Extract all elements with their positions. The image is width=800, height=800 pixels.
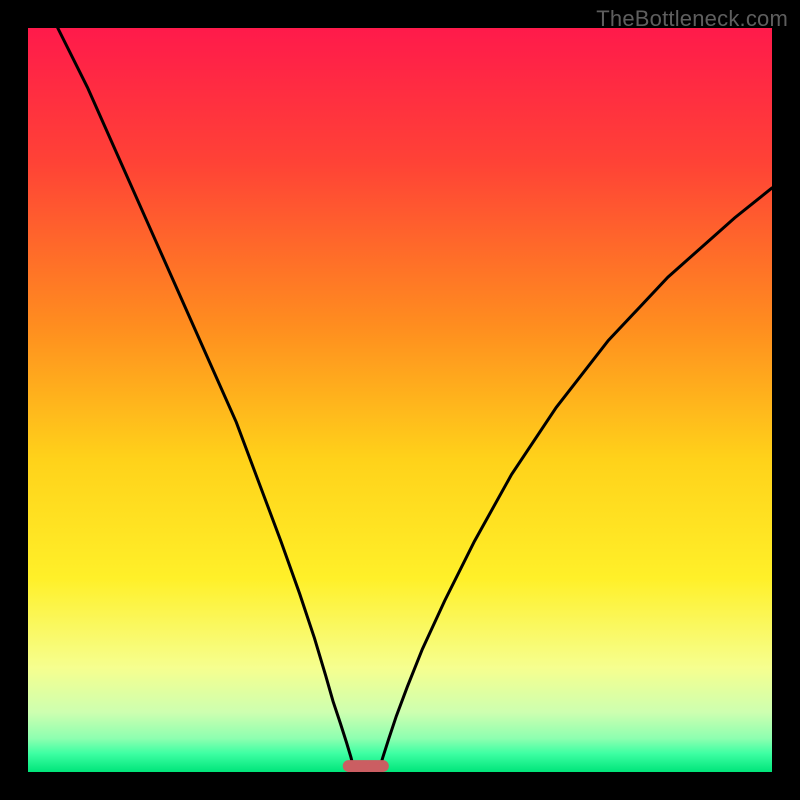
bottleneck-marker xyxy=(343,760,389,772)
plot-background xyxy=(28,28,772,772)
outer-frame: TheBottleneck.com xyxy=(0,0,800,800)
bottleneck-chart xyxy=(0,0,800,800)
